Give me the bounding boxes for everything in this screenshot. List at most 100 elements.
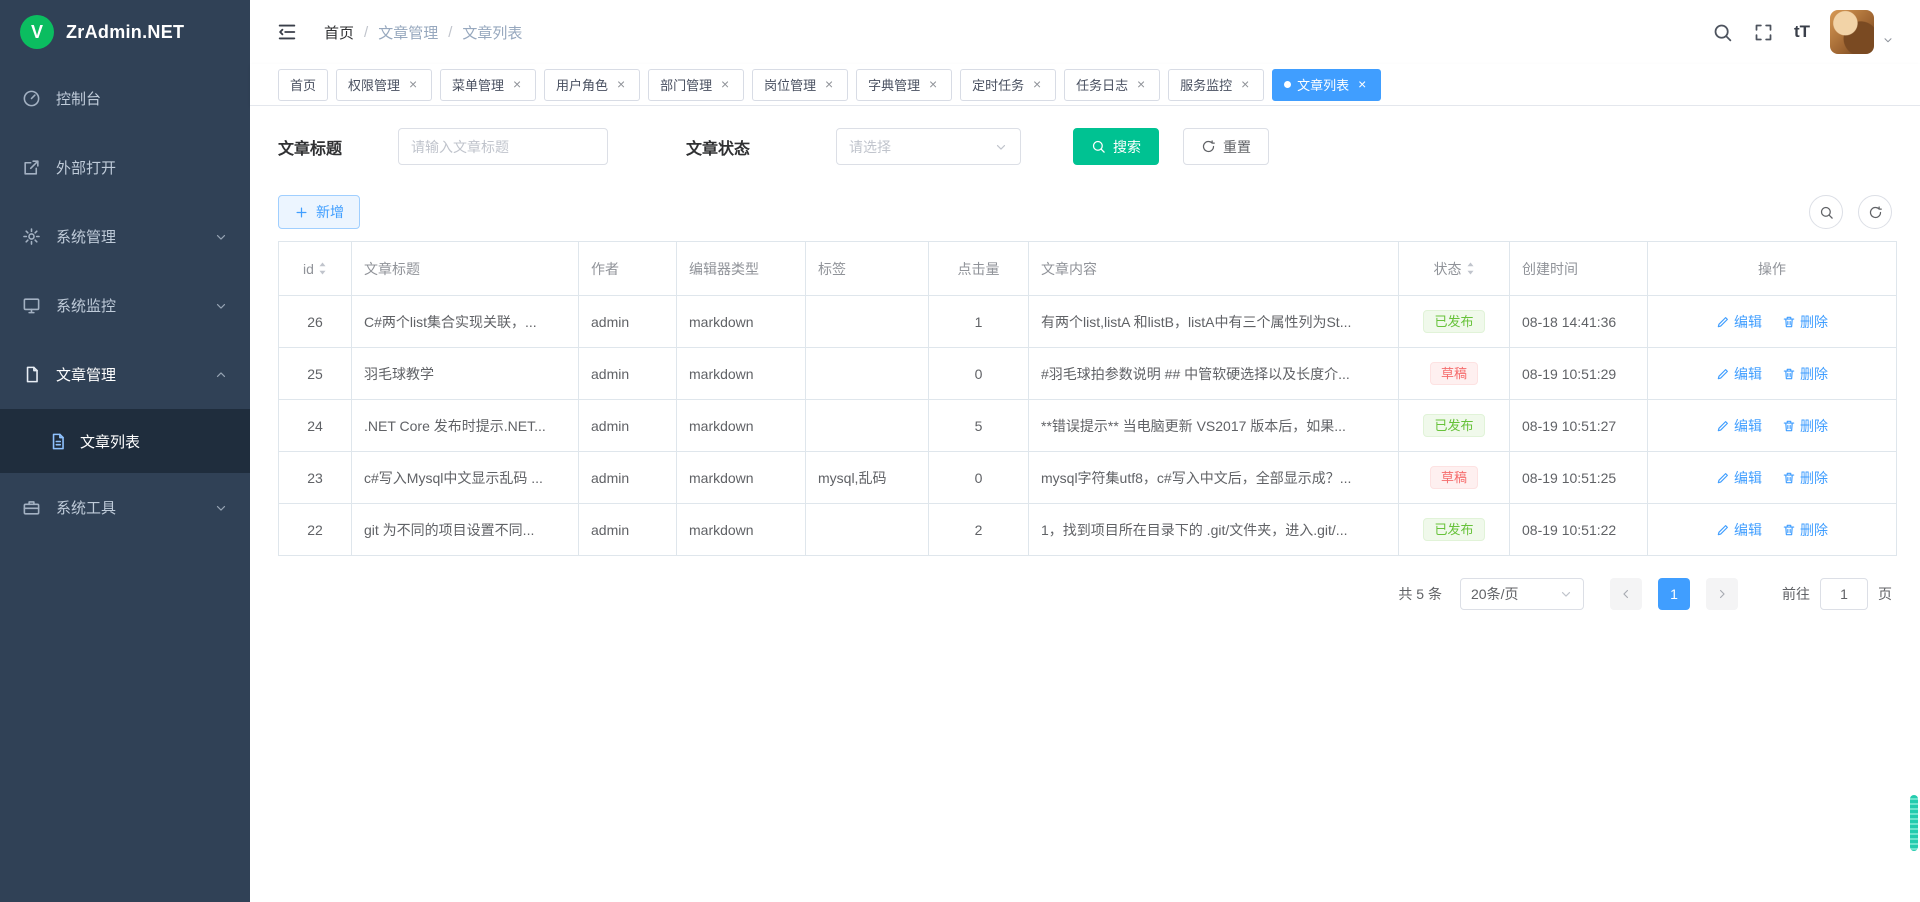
font-size-icon[interactable]: tT [1794,22,1810,42]
tab[interactable]: 定时任务 × [960,69,1056,101]
page-size-select[interactable]: 20条/页 [1460,578,1584,610]
sidebar-item[interactable]: 系统工具 [0,473,250,542]
prev-page-button[interactable] [1610,578,1642,610]
topbar: 首页/文章管理/文章列表 tT [250,0,1920,64]
sidebar-item[interactable]: 系统监控 [0,271,250,340]
edit-link[interactable]: 编辑 [1716,520,1762,540]
sidebar-subitem[interactable]: 文章列表 [0,409,250,473]
column-header[interactable]: 状态 [1399,242,1510,296]
tab[interactable]: 岗位管理× [752,69,848,101]
breadcrumb-item[interactable]: 首页 [324,22,354,43]
goto-page-input[interactable] [1820,578,1868,610]
article-status-label: 文章状态 [686,135,750,159]
tab-close-icon[interactable]: × [718,78,732,92]
pagination: 共 5 条 20条/页 1 前往 页 [278,578,1892,610]
tab-label: 服务监控 [1180,75,1232,94]
tab[interactable]: 用户角色× [544,69,640,101]
page-number-button[interactable]: 1 [1658,578,1690,610]
edit-link[interactable]: 编辑 [1716,312,1762,332]
delete-icon [1782,523,1796,537]
tab-close-icon[interactable]: × [1238,78,1252,92]
cell-status: 已发布 [1399,504,1510,556]
delete-link[interactable]: 删除 [1782,416,1828,436]
cell-title: c#写入Mysql中文显示乱码 ... [352,452,579,504]
cell-actions: 编辑删除 [1648,296,1897,348]
tab-label: 定时任务 [972,75,1024,94]
add-button[interactable]: 新增 [278,195,360,229]
delete-link[interactable]: 删除 [1782,520,1828,540]
cell-clicks: 1 [929,296,1029,348]
scrollbar-thumb[interactable] [1910,795,1918,851]
cell-actions: 编辑删除 [1648,348,1897,400]
breadcrumb-item[interactable]: 文章管理 [378,22,438,43]
tab-close-icon[interactable]: × [614,78,628,92]
next-page-button[interactable] [1706,578,1738,610]
sidebar-item[interactable]: 系统管理 [0,202,250,271]
edit-link[interactable]: 编辑 [1716,468,1762,488]
tab[interactable]: 字典管理× [856,69,952,101]
sidebar-item[interactable]: 外部打开 [0,133,250,202]
breadcrumb: 首页/文章管理/文章列表 [324,22,522,43]
sort-icon [1466,260,1475,277]
column-header: 操作 [1648,242,1897,296]
column-header: 点击量 [929,242,1029,296]
tab-close-icon[interactable]: × [1134,78,1148,92]
tab[interactable]: 首页 [278,69,328,101]
tab-close-icon[interactable]: × [822,78,836,92]
cell-id: 26 [279,296,352,348]
chevron-up-icon [214,368,228,382]
column-header[interactable]: id [279,242,352,296]
refresh-table-button[interactable] [1858,195,1892,229]
sidebar-subitem-label: 文章列表 [80,431,140,452]
tab[interactable]: 文章列表× [1272,69,1381,101]
delete-link[interactable]: 删除 [1782,312,1828,332]
active-tab-dot [1284,81,1291,88]
search-button[interactable]: 搜索 [1073,128,1159,165]
sidebar-item[interactable]: 文章管理 [0,340,250,409]
main-area: 首页/文章管理/文章列表 tT 首页权限管理×菜单管理×用户角色×部门管理×岗位… [250,0,1920,902]
cell-tags [806,348,929,400]
app-logo: V ZrAdmin.NET [0,0,250,64]
tab[interactable]: 菜单管理× [440,69,536,101]
delete-link[interactable]: 删除 [1782,468,1828,488]
cell-content: 1，找到项目所在目录下的 .git/文件夹，进入.git/... [1029,504,1399,556]
tab-close-icon[interactable]: × [1355,78,1369,92]
article-title-input[interactable] [398,128,608,165]
tab-close-icon[interactable]: × [406,78,420,92]
goto-suffix: 页 [1878,584,1892,604]
search-button-label: 搜索 [1113,137,1141,157]
tab[interactable]: 权限管理× [336,69,432,101]
tab-label: 首页 [290,75,316,94]
chevron-right-icon [1715,587,1729,601]
tab-close-icon[interactable]: × [510,78,524,92]
cell-title: .NET Core 发布时提示.NET... [352,400,579,452]
avatar[interactable] [1830,10,1874,54]
column-header: 标签 [806,242,929,296]
chevron-left-icon [1619,587,1633,601]
fullscreen-icon[interactable] [1753,22,1774,43]
goto-label: 前往 [1782,584,1810,604]
sidebar-item[interactable]: 控制台 [0,64,250,133]
edit-link-label: 编辑 [1734,364,1762,384]
edit-link[interactable]: 编辑 [1716,364,1762,384]
article-status-select[interactable]: 请选择 [836,128,1021,165]
toggle-search-button[interactable] [1809,195,1843,229]
tabs-bar: 首页权限管理×菜单管理×用户角色×部门管理×岗位管理×字典管理×定时任务×任务日… [250,64,1920,106]
tab[interactable]: 服务监控 × [1168,69,1264,101]
breadcrumb-item: 文章列表 [462,22,522,43]
delete-link[interactable]: 删除 [1782,364,1828,384]
edit-link[interactable]: 编辑 [1716,416,1762,436]
app-root: V ZrAdmin.NET 控制台外部打开系统管理系统监控文章管理文章列表系统工… [0,0,1920,902]
tab[interactable]: 任务日志× [1064,69,1160,101]
tab-close-icon[interactable]: × [926,78,940,92]
chevron-down-icon[interactable] [1882,34,1894,46]
article-title-label: 文章标题 [278,135,342,159]
cell-id: 23 [279,452,352,504]
edit-link-label: 编辑 [1734,520,1762,540]
cell-status: 已发布 [1399,296,1510,348]
search-icon[interactable] [1712,22,1733,43]
sidebar-collapse-icon[interactable] [276,21,298,43]
tab[interactable]: 部门管理× [648,69,744,101]
reset-button[interactable]: 重置 [1183,128,1269,165]
tab-close-icon[interactable]: × [1030,78,1044,92]
